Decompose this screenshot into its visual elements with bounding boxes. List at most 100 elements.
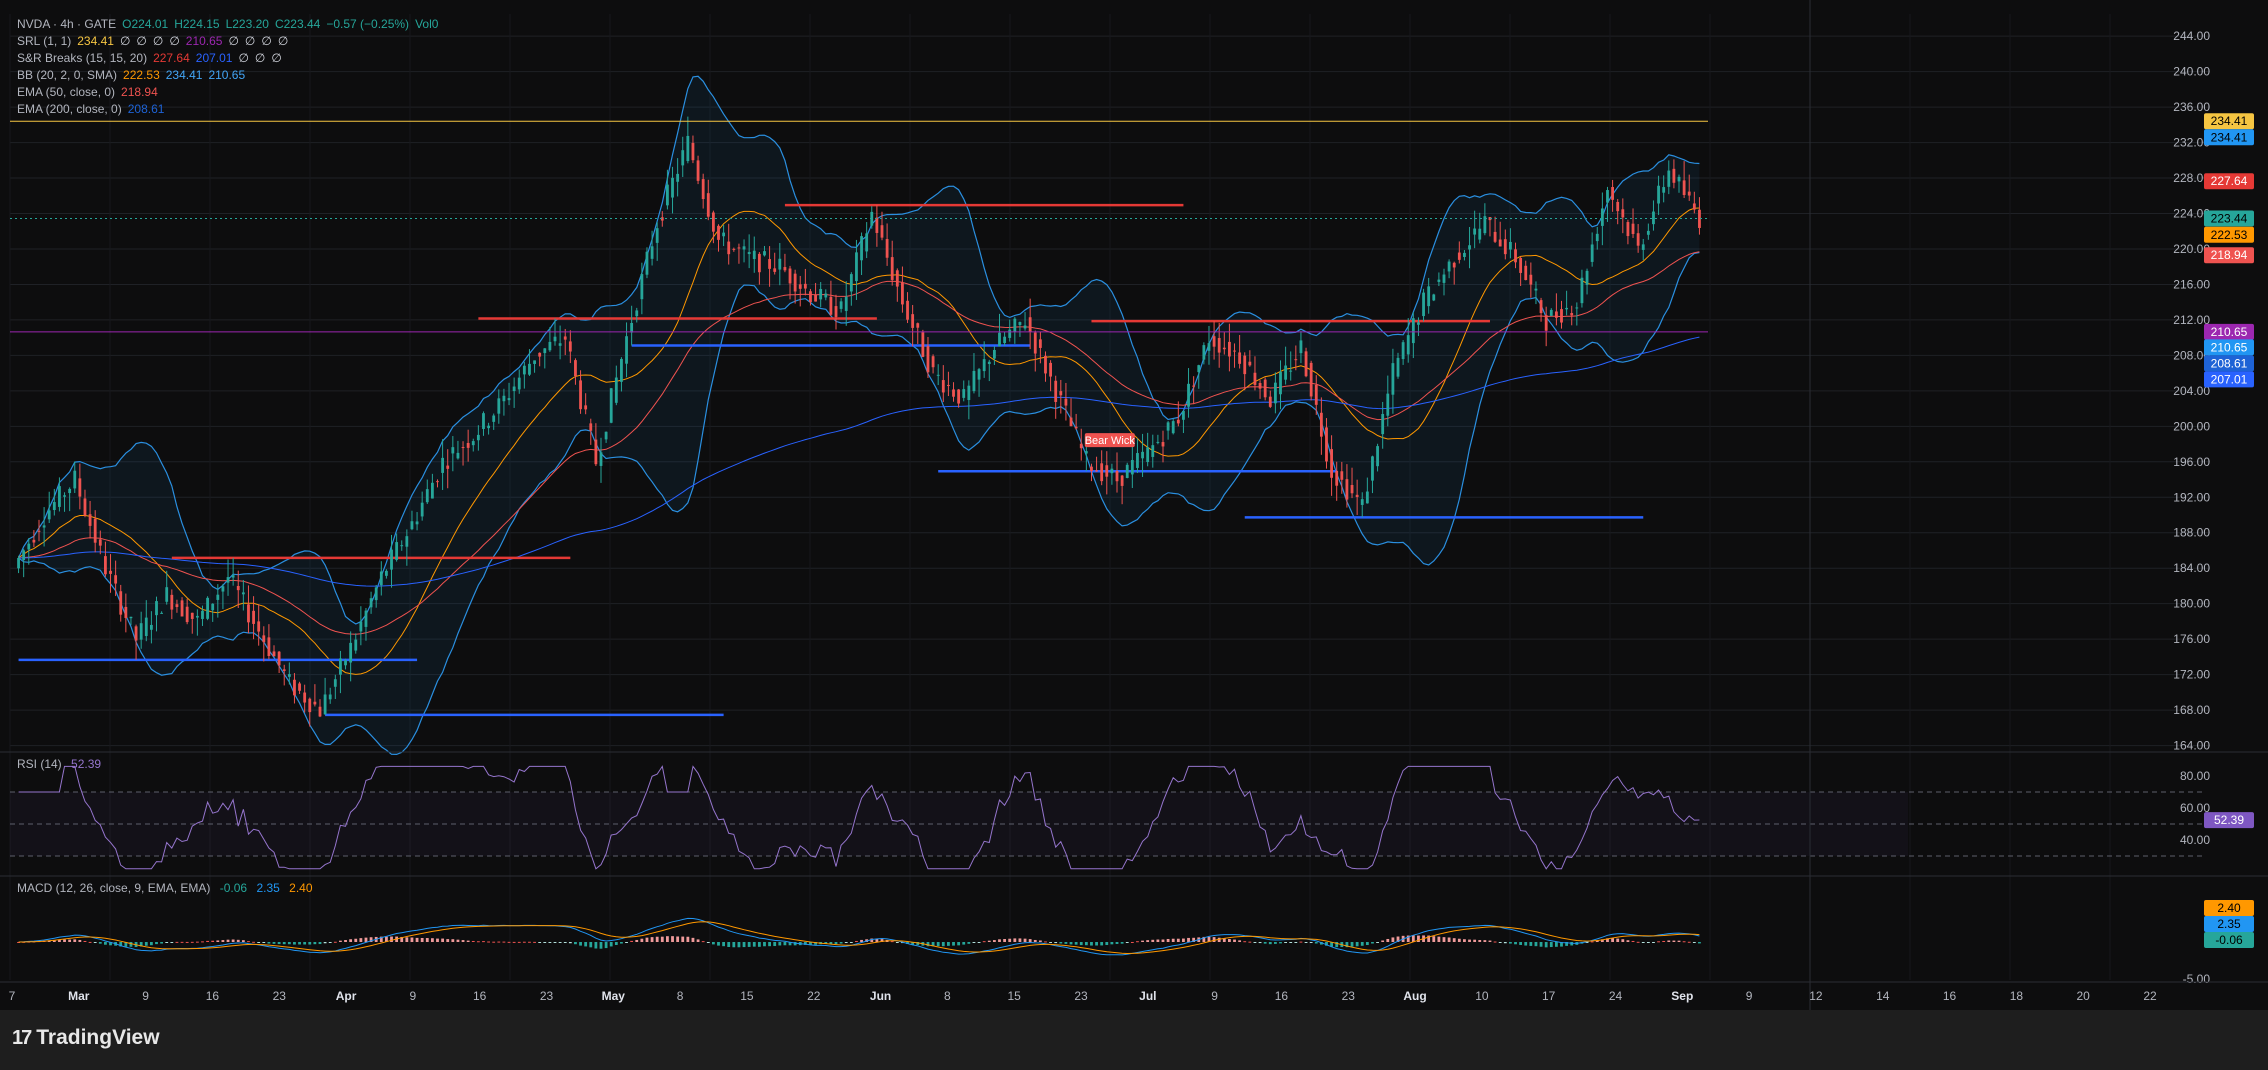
- candle-body: [104, 556, 107, 575]
- macd-histogram-bar: [430, 938, 434, 942]
- macd-histogram-bar: [461, 940, 465, 942]
- candle-body: [926, 346, 930, 373]
- macd-histogram-bar: [221, 940, 225, 942]
- macd-histogram-bar: [1590, 941, 1594, 943]
- candle-body: [972, 370, 976, 392]
- candle-body: [436, 481, 439, 483]
- price-badge: 227.64: [2204, 173, 2254, 190]
- indicator-row[interactable]: EMA (200, close, 0) 208.61: [17, 101, 438, 118]
- price-tick-label: 200.00: [2173, 419, 2210, 433]
- macd-histogram-bar: [752, 942, 756, 947]
- macd-histogram-bar: [1468, 939, 1471, 942]
- rsi-legend[interactable]: RSI (14) 52.39: [17, 757, 101, 771]
- macd-histogram-bar: [727, 942, 731, 947]
- indicator-value: ∅: [152, 34, 164, 48]
- macd-histogram-bar: [451, 939, 455, 942]
- macd-legend[interactable]: MACD (12, 26, close, 9, EMA, EMA) -0.06 …: [17, 881, 313, 895]
- candle-body: [323, 694, 327, 715]
- macd-histogram-bar: [170, 942, 174, 943]
- candle-body: [1534, 288, 1538, 291]
- time-tick-label: 20: [2077, 989, 2091, 1003]
- candle-body: [747, 252, 751, 255]
- candle-body: [1028, 317, 1032, 332]
- macd-histogram-bar: [272, 942, 276, 944]
- macd-histogram-bar: [860, 939, 863, 942]
- candle-body: [1682, 180, 1686, 195]
- macd-histogram-bar: [834, 942, 838, 945]
- candle-body: [1687, 191, 1691, 196]
- candle-body: [1580, 277, 1584, 304]
- candle-body: [1565, 307, 1569, 310]
- price-badge-label: 208.61: [2211, 356, 2248, 370]
- candle-body: [655, 228, 659, 243]
- candle-body: [328, 694, 332, 700]
- candle-body: [282, 669, 286, 671]
- candle-body: [824, 293, 828, 298]
- macd-histogram-bar: [415, 937, 419, 942]
- macd-hist-value: -0.06: [219, 881, 248, 895]
- macd-histogram-bar: [987, 940, 991, 942]
- candle-body: [1325, 427, 1328, 462]
- candle-body: [22, 550, 26, 560]
- macd-histogram-bar: [1554, 942, 1558, 947]
- macd-histogram-bar: [185, 941, 189, 943]
- indicator-row[interactable]: EMA (50, close, 0) 218.94: [17, 84, 438, 101]
- candle-body: [1314, 384, 1318, 405]
- macd-histogram-bar: [686, 936, 690, 942]
- candle-body: [211, 603, 215, 611]
- candle-body: [216, 594, 220, 600]
- indicator-row[interactable]: BB (20, 2, 0, SMA) 222.53 234.41 210.65: [17, 67, 438, 84]
- candle-body: [507, 398, 511, 401]
- candle-body: [839, 301, 843, 309]
- symbol-row[interactable]: NVDA · 4h · GATE O224.01 H224.15 L223.20…: [17, 16, 438, 33]
- candle-body: [967, 385, 971, 401]
- candle-body: [1228, 341, 1231, 357]
- indicator-row[interactable]: SRL (1, 1) 234.41 ∅ ∅ ∅ ∅ 210.65 ∅ ∅ ∅ ∅: [17, 33, 438, 50]
- candle-body: [1396, 357, 1400, 377]
- candle-body: [1248, 361, 1252, 366]
- candle-body: [1350, 485, 1354, 494]
- candle-body: [1554, 311, 1558, 318]
- candle-body: [58, 486, 61, 507]
- candle-body: [625, 336, 628, 364]
- candle-body: [175, 604, 179, 608]
- indicator-value: 208.61: [127, 102, 165, 116]
- rsi-badge-label: 52.39: [2214, 813, 2244, 827]
- candle-body: [149, 624, 153, 630]
- macd-histogram-bar: [1212, 937, 1216, 942]
- candle-body: [635, 310, 639, 317]
- macd-histogram-bar: [236, 939, 240, 942]
- macd-histogram-bar: [589, 942, 593, 948]
- candle-body: [236, 585, 240, 591]
- price-badge-label: 223.44: [2211, 211, 2248, 225]
- macd-histogram-bar: [1687, 941, 1691, 943]
- macd-histogram-bar: [660, 936, 664, 942]
- candle-body: [1207, 343, 1211, 351]
- macd-histogram-bar: [1677, 940, 1681, 942]
- macd-histogram-bar: [1503, 942, 1507, 944]
- macd-histogram-bar: [757, 942, 761, 947]
- macd-histogram-bar: [620, 942, 623, 944]
- macd-histogram-bar: [1273, 942, 1277, 944]
- symbol-title[interactable]: NVDA · 4h · GATE: [17, 16, 116, 33]
- indicator-label: EMA (50, close, 0): [17, 85, 116, 99]
- low-value: L223.20: [225, 17, 269, 31]
- candle-body: [1279, 371, 1282, 395]
- macd-histogram-bar: [936, 942, 940, 947]
- tradingview-logo[interactable]: 17 TradingView: [12, 1026, 160, 1050]
- macd-label: MACD (12, 26, close, 9, EMA, EMA): [17, 881, 211, 895]
- indicator-row[interactable]: S&R Breaks (15, 15, 20) 227.64 207.01 ∅ ∅ ∅: [17, 50, 438, 67]
- candle-body: [466, 442, 470, 448]
- time-tick-label: Aug: [1403, 989, 1426, 1003]
- indicator-value: ∅: [119, 34, 131, 48]
- macd-histogram-bar: [778, 942, 782, 946]
- macd-histogram-bar: [277, 942, 281, 945]
- macd-histogram-bar: [1682, 941, 1686, 943]
- macd-histogram-bar: [1355, 942, 1359, 947]
- candle-body: [1468, 245, 1471, 250]
- candle-body: [901, 282, 904, 305]
- chart-canvas[interactable]: 80.0060.0040.0052.39 -5.002.402.35-0.06 …: [0, 0, 2268, 1010]
- macd-histogram-bar: [1631, 940, 1635, 942]
- macd-histogram-bar: [1365, 942, 1369, 946]
- candle-body: [941, 380, 945, 393]
